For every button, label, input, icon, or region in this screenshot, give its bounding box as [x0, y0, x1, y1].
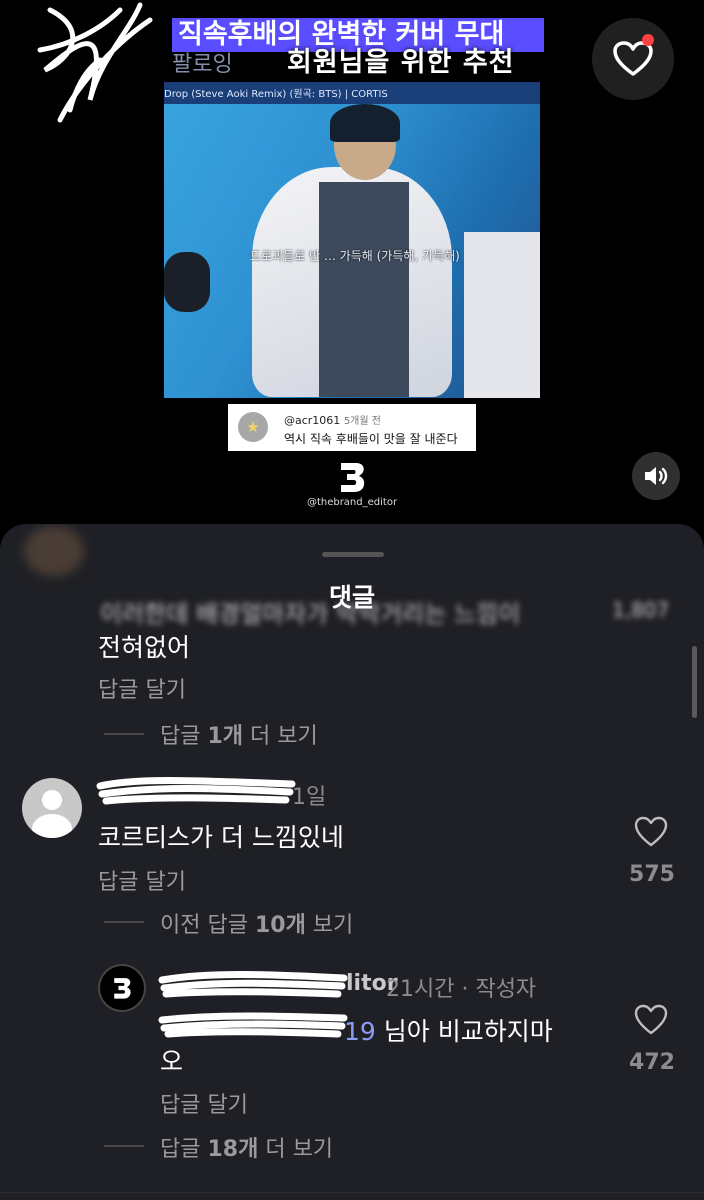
scrollbar[interactable]: [692, 646, 697, 718]
more-replies-suffix: 더 보기: [258, 1137, 334, 1162]
comment-meta: 21시간 · 작성자: [386, 977, 537, 1002]
sound-icon: [645, 467, 668, 485]
brand-b-logo: [341, 463, 365, 492]
like-heart-icon[interactable]: [634, 1004, 668, 1036]
dancer-hair: [330, 104, 400, 142]
view-more-replies-button[interactable]: 답글 1개 더 보기: [160, 718, 318, 750]
more-replies-divider: [104, 1145, 144, 1147]
embedded-comment-text: 역시 직속 후배들이 맛을 잘 내준다: [284, 432, 458, 446]
embedded-comment-card: ★ @acr1061 5개월 전 역시 직속 후배들이 맛을 잘 내준다: [228, 404, 476, 451]
like-count: 575: [629, 862, 675, 887]
reply-button[interactable]: 답글 달기: [160, 1087, 248, 1119]
comment-text-line2: 오: [160, 1047, 184, 1076]
like-video-button[interactable]: [592, 18, 674, 100]
thumbnail-subtitle: 드로괴들로 반 … 가득해 (가득해, 가득해): [250, 249, 460, 263]
sound-toggle-button[interactable]: [632, 452, 680, 500]
recommended-label: 회원님을 위한 추천: [287, 47, 515, 78]
embedded-comment-user: @acr1061 5개월 전: [284, 412, 381, 427]
more-replies-suffix: 보기: [305, 913, 354, 938]
comment-text-line1: 님아 비교하지마: [383, 1017, 553, 1046]
view-more-replies-button[interactable]: 답글 18개 더 보기: [160, 1131, 333, 1163]
reply-button[interactable]: 답글 달기: [98, 864, 186, 896]
video-thumbnail: Drop (Steve Aoki Remix) (원곡: BTS) | CORT…: [164, 82, 540, 398]
embedded-comment-username: @acr1061: [284, 414, 341, 427]
more-replies-count: 1개: [207, 724, 244, 749]
more-replies-prefix: 이전 답글: [160, 913, 255, 938]
like-count: 472: [629, 1050, 675, 1075]
brand-b-logo: [114, 978, 131, 999]
view-previous-replies-button[interactable]: 이전 답글 10개 보기: [160, 907, 353, 939]
more-replies-count: 18개: [207, 1137, 259, 1162]
redacted-username: [96, 777, 296, 805]
star-avatar-icon: ★: [238, 412, 268, 442]
reply-button[interactable]: 답글 달기: [98, 672, 186, 704]
sheet-drag-handle[interactable]: [322, 552, 384, 557]
comment-text: 전혀없어: [98, 633, 191, 662]
redacted-mention: [158, 1012, 348, 1038]
comment-text: 19 님아 비교하지마: [344, 1012, 553, 1048]
comment-time: 1일: [292, 785, 327, 810]
more-replies-prefix: 답글: [160, 1137, 208, 1162]
avatar-head: [42, 790, 62, 810]
brand-handle: @thebrand_editor: [306, 497, 398, 508]
embedded-comment-time: 5개월 전: [343, 416, 381, 427]
more-replies-divider: [104, 921, 144, 923]
more-replies-count: 10개: [254, 913, 306, 938]
redacted-username: [158, 971, 348, 998]
notification-dot: [642, 34, 654, 46]
bottom-divider: [0, 1192, 704, 1193]
comments-sheet: 이러한데 배경얼마자가 막막거리는 느낌이 1,807 댓글 전혀없어 답글 달…: [0, 524, 704, 1200]
more-replies-suffix: 더 보기: [243, 724, 318, 749]
following-label[interactable]: 팔로잉: [172, 46, 233, 78]
dancer-right: [464, 232, 540, 398]
thumbnail-caption: Drop (Steve Aoki Remix) (원곡: BTS) | CORT…: [164, 89, 388, 100]
sheet-title: 댓글: [328, 583, 375, 612]
scribble-mark: [37, 2, 153, 123]
blurred-avatar: [24, 526, 84, 576]
comment-text: 코르티스가 더 느낌있네: [98, 823, 344, 852]
video-player[interactable]: 직속후배의 완벽한 커버 무대 팔로잉 회원님을 위한 추천 Drop (Ste…: [0, 0, 704, 540]
dancer-vest: [319, 182, 409, 397]
like-heart-icon[interactable]: [634, 816, 668, 848]
brand-avatar[interactable]: [98, 964, 146, 1012]
avatar-body: [32, 814, 72, 838]
mention-tail[interactable]: 19: [344, 1017, 376, 1046]
more-replies-divider: [104, 733, 144, 735]
default-avatar-icon[interactable]: [22, 778, 82, 838]
heart-icon: [613, 41, 653, 76]
more-replies-prefix: 답글: [160, 724, 208, 749]
dancer-left: [164, 252, 210, 312]
